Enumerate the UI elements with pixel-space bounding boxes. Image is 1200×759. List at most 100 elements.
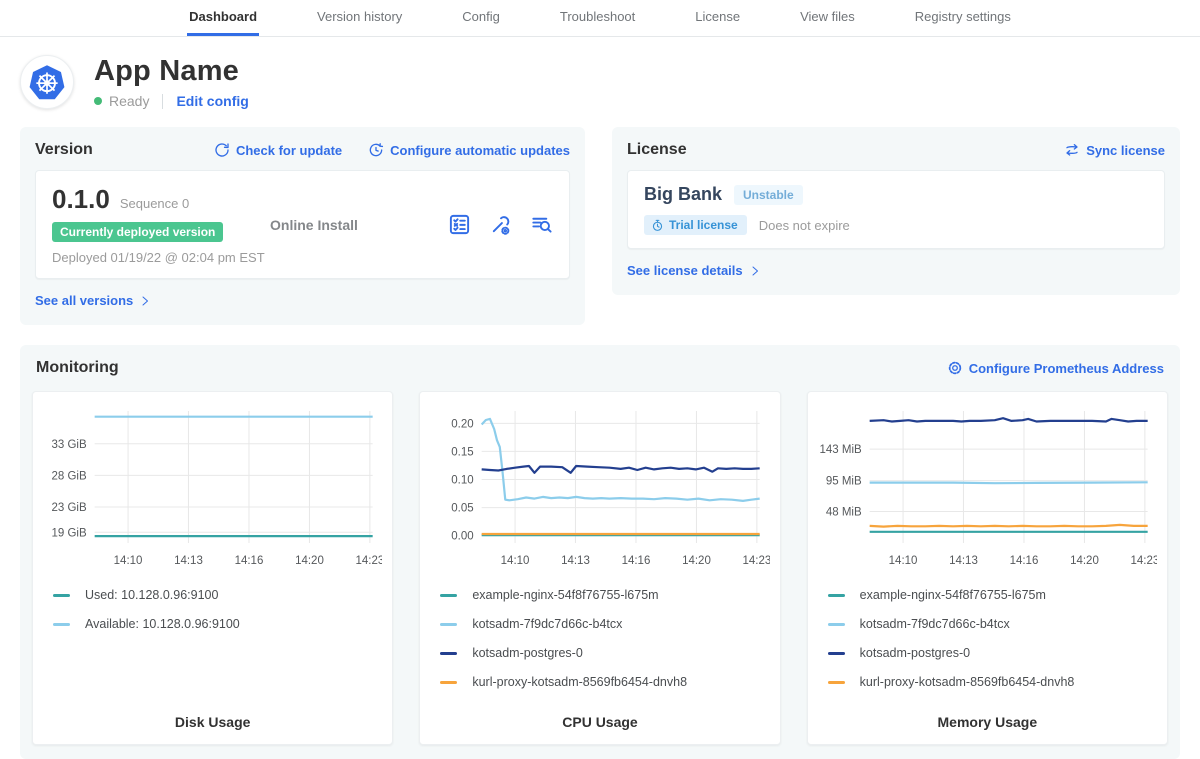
chart-title: CPU Usage [430, 704, 769, 730]
svg-text:14:13: 14:13 [174, 555, 203, 567]
svg-text:23 GiB: 23 GiB [51, 502, 86, 514]
edit-config-button[interactable] [489, 213, 512, 236]
clock-refresh-icon [368, 142, 384, 158]
svg-text:14:20: 14:20 [295, 555, 324, 567]
status-dot [94, 97, 102, 105]
svg-text:0.20: 0.20 [452, 418, 474, 430]
see-license-details-link[interactable]: See license details [627, 263, 761, 278]
legend-item: kotsadm-7f9dc7d66c-b4tcx [828, 617, 1157, 631]
svg-text:33 GiB: 33 GiB [51, 439, 86, 451]
svg-text:143 MiB: 143 MiB [819, 444, 862, 456]
file-search-icon [530, 213, 553, 236]
svg-text:0.05: 0.05 [452, 503, 474, 515]
legend-item: example-nginx-54f8f76755-l675m [828, 588, 1157, 602]
legend-item: kurl-proxy-kotsadm-8569fb6454-dnvh8 [828, 675, 1157, 689]
configure-prometheus-link[interactable]: Configure Prometheus Address [947, 360, 1164, 376]
tab-license[interactable]: License [693, 0, 742, 36]
tab-config[interactable]: Config [460, 0, 502, 36]
legend-item: Used: 10.128.0.96:9100 [53, 588, 382, 602]
chart-title: Memory Usage [818, 704, 1157, 730]
tab-troubleshoot[interactable]: Troubleshoot [558, 0, 637, 36]
legend-item: kotsadm-7f9dc7d66c-b4tcx [440, 617, 769, 631]
tab-dashboard[interactable]: Dashboard [187, 0, 259, 36]
svg-text:14:13: 14:13 [561, 555, 590, 567]
svg-text:14:13: 14:13 [949, 555, 978, 567]
svg-text:0.00: 0.00 [452, 531, 474, 543]
license-expiry: Does not expire [759, 218, 850, 233]
disk-usage-chart: 33 GiB28 GiB23 GiB19 GiB14:1014:1314:161… [43, 404, 382, 572]
tab-version-history[interactable]: Version history [315, 0, 404, 36]
edit-config-link[interactable]: Edit config [176, 93, 248, 109]
license-card: License Sync license Big Bank Unstable T… [612, 127, 1180, 295]
svg-text:14:10: 14:10 [501, 555, 530, 567]
svg-text:95 MiB: 95 MiB [826, 476, 862, 488]
configure-automatic-updates-link[interactable]: Configure automatic updates [368, 142, 570, 158]
checklist-icon [448, 213, 471, 236]
license-card-title: License [627, 141, 687, 159]
divider [162, 94, 163, 109]
version-number: 0.1.0 [52, 184, 110, 215]
channel-badge: Unstable [734, 185, 803, 205]
monitoring-title: Monitoring [36, 359, 119, 377]
currently-deployed-badge: Currently deployed version [52, 222, 223, 242]
version-sequence: Sequence 0 [120, 196, 189, 211]
cpu-usage-chart: 0.20 0.15 0.10 0.05 0.00 14:10 14:13 14:16 14:20… [430, 404, 769, 572]
gear-icon [947, 360, 963, 376]
svg-text:14:23: 14:23 [355, 555, 382, 567]
svg-text:14:16: 14:16 [622, 555, 651, 567]
app-logo [20, 55, 74, 109]
top-navigation: Dashboard Version history Config Trouble… [0, 0, 1200, 37]
tab-view-files[interactable]: View files [798, 0, 857, 36]
deployed-timestamp: Deployed 01/19/22 @ 02:04 pm EST [52, 250, 270, 265]
memory-usage-chart: 143 MiB 95 MiB 48 MiB 14:10 14:13 14:16 14:20 1… [818, 404, 1157, 572]
svg-text:48 MiB: 48 MiB [826, 507, 862, 519]
version-card-title: Version [35, 141, 93, 159]
cpu-usage-chart-card: 0.20 0.15 0.10 0.05 0.00 14:10 14:13 14:16 14:20… [419, 391, 780, 745]
license-customer-name: Big Bank [644, 184, 722, 205]
deployed-version-card: 0.1.0 Sequence 0 Currently deployed vers… [35, 170, 570, 279]
disk-usage-chart-card: 33 GiB28 GiB23 GiB19 GiB14:1014:1314:161… [32, 391, 393, 745]
monitoring-card: Monitoring Configure Prometheus Address … [20, 345, 1180, 759]
chevron-right-icon [749, 265, 761, 277]
tab-registry-settings[interactable]: Registry settings [913, 0, 1013, 36]
svg-text:14:20: 14:20 [682, 555, 711, 567]
svg-text:14:16: 14:16 [1009, 555, 1038, 567]
svg-text:14:16: 14:16 [235, 555, 264, 567]
svg-text:14:23: 14:23 [1130, 555, 1157, 567]
legend-item: kotsadm-postgres-0 [828, 646, 1157, 660]
legend-item: kurl-proxy-kotsadm-8569fb6454-dnvh8 [440, 675, 769, 689]
svg-text:0.10: 0.10 [452, 475, 474, 487]
svg-text:19 GiB: 19 GiB [51, 527, 86, 539]
install-type-label: Online Install [270, 217, 448, 233]
memory-usage-legend: example-nginx-54f8f76755-l675m kotsadm-7f… [828, 588, 1157, 704]
svg-text:14:10: 14:10 [888, 555, 917, 567]
svg-text:14:20: 14:20 [1070, 555, 1099, 567]
version-card: Version Check for update Configure autom… [20, 127, 585, 325]
chevron-right-icon [139, 295, 151, 307]
trial-license-badge: Trial license [644, 215, 747, 235]
page-title: App Name [94, 55, 249, 88]
svg-text:0.15: 0.15 [452, 446, 474, 458]
see-all-versions-link[interactable]: See all versions [35, 293, 151, 308]
chart-title: Disk Usage [43, 704, 382, 730]
legend-item: example-nginx-54f8f76755-l675m [440, 588, 769, 602]
check-for-update-link[interactable]: Check for update [214, 142, 342, 158]
wrench-gear-icon [489, 213, 512, 236]
legend-item: Available: 10.128.0.96:9100 [53, 617, 382, 631]
license-details-card: Big Bank Unstable Trial license Does not… [627, 170, 1165, 249]
sync-icon [1064, 142, 1080, 158]
refresh-icon [214, 142, 230, 158]
preflight-checks-button[interactable] [448, 213, 471, 236]
view-logs-button[interactable] [530, 213, 553, 236]
sync-license-link[interactable]: Sync license [1064, 142, 1165, 158]
cpu-usage-legend: example-nginx-54f8f76755-l675m kotsadm-7f… [440, 588, 769, 704]
memory-usage-chart-card: 143 MiB 95 MiB 48 MiB 14:10 14:13 14:16 14:20 1… [807, 391, 1168, 745]
kubernetes-icon [28, 63, 66, 101]
status-badge: Ready [109, 93, 149, 109]
svg-text:14:23: 14:23 [743, 555, 770, 567]
stopwatch-icon [651, 219, 664, 232]
app-header: App Name Ready Edit config [0, 37, 1200, 117]
disk-usage-legend: Used: 10.128.0.96:9100 Available: 10.128.… [53, 588, 382, 646]
svg-text:28 GiB: 28 GiB [51, 470, 86, 482]
legend-item: kotsadm-postgres-0 [440, 646, 769, 660]
